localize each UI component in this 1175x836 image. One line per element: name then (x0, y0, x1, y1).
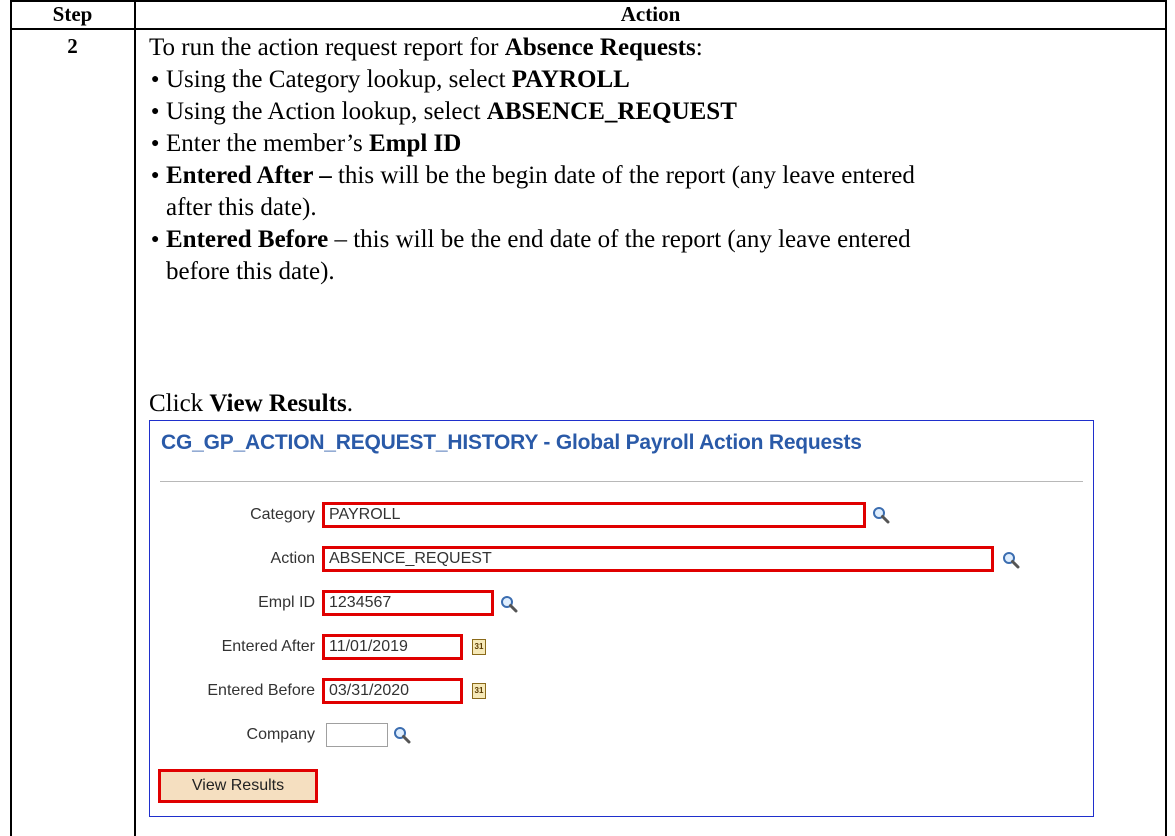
bullet-entered-before-line2: before this date). (166, 258, 335, 285)
table-border-left (10, 0, 12, 836)
step-number: 2 (67, 34, 78, 58)
intro-bold: Absence Requests (504, 34, 696, 61)
empl-id-input[interactable]: 1234567 (322, 590, 494, 616)
company-lookup-icon[interactable] (393, 726, 411, 744)
view-results-button[interactable]: View Results (158, 769, 318, 803)
bullet-emplid-bold: Empl ID (368, 130, 462, 157)
document-page: Step Action 2 To run the action request … (0, 0, 1175, 836)
bullet-dot-icon: ● (151, 168, 160, 183)
table-border-right (1165, 0, 1167, 836)
entered-after-calendar-icon[interactable]: 31 (472, 639, 486, 655)
intro-suffix: : (695, 34, 703, 61)
intro-line: To run the action request report for Abs… (149, 32, 703, 64)
click-bold: View Results (209, 390, 347, 417)
bullet-entered-after: Entered After – this will be the begin d… (166, 160, 915, 192)
action-input[interactable]: ABSENCE_REQUEST (322, 546, 994, 572)
bullet-entered-before-bold: Entered Before (166, 226, 329, 253)
category-label: Category (250, 506, 315, 523)
entered-before-input[interactable]: 03/31/2020 (322, 678, 463, 704)
bullet-category-bold: PAYROLL (511, 66, 630, 93)
empl-id-label: Empl ID (258, 594, 315, 611)
action-lookup-icon[interactable] (1002, 551, 1020, 569)
header-action: Action (620, 2, 681, 26)
bullet-emplid-text: Enter the member’s (166, 130, 369, 157)
bullet-dot-icon: ● (151, 72, 160, 87)
bullet-category-text: Using the Category lookup, select (166, 66, 512, 93)
table-column-divider (134, 0, 136, 836)
bullet-entered-before-text: – this will be the end date of the repor… (328, 226, 911, 253)
category-input[interactable]: PAYROLL (322, 502, 866, 528)
entered-after-input[interactable]: 11/01/2019 (322, 634, 463, 660)
entered-after-label: Entered After (221, 638, 315, 655)
company-input[interactable] (326, 723, 388, 747)
intro-prefix: To run the action request report for (149, 34, 505, 61)
click-suffix: . (346, 390, 353, 417)
bullet-entered-after-text: this will be the begin date of the repor… (331, 162, 915, 189)
bullet-entered-after-bold: Entered After – (166, 162, 332, 189)
action-label: Action (270, 550, 315, 567)
page-title: CG_GP_ACTION_REQUEST_HISTORY - Global Pa… (161, 431, 862, 454)
entered-before-label: Entered Before (207, 682, 315, 699)
bullet-entered-before: Entered Before – this will be the end da… (166, 224, 911, 256)
table-header-divider (10, 28, 1167, 30)
click-instruction: Click View Results. (149, 388, 353, 420)
bullet-category: Using the Category lookup, select PAYROL… (166, 64, 630, 96)
bullet-entered-after-line2: after this date). (166, 194, 317, 221)
entered-before-calendar-icon[interactable]: 31 (472, 683, 486, 699)
bullet-dot-icon: ● (151, 136, 160, 151)
category-lookup-icon[interactable] (872, 506, 890, 524)
click-prefix: Click (149, 390, 210, 417)
bullet-action-bold: ABSENCE_REQUEST (486, 98, 737, 125)
bullet-dot-icon: ● (151, 232, 160, 247)
bullet-emplid: Enter the member’s Empl ID (166, 128, 461, 160)
company-label: Company (246, 726, 315, 743)
bullet-action-text: Using the Action lookup, select (166, 98, 487, 125)
bullet-action: Using the Action lookup, select ABSENCE_… (166, 96, 737, 128)
empl-id-lookup-icon[interactable] (500, 595, 518, 613)
header-step: Step (52, 2, 93, 26)
title-divider (160, 481, 1083, 482)
screenshot-panel: CG_GP_ACTION_REQUEST_HISTORY - Global Pa… (149, 420, 1094, 817)
bullet-dot-icon: ● (151, 104, 160, 119)
